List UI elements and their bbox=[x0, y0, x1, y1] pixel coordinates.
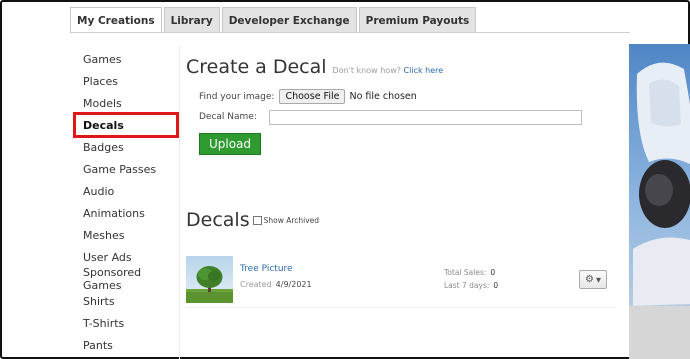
total-sales: Total Sales: 0 bbox=[444, 268, 495, 277]
top-tabs: My Creations Library Developer Exchange … bbox=[70, 7, 478, 33]
total-sales-value: 0 bbox=[490, 268, 496, 277]
upload-button[interactable]: Upload bbox=[199, 133, 261, 155]
sidebar-item-audio[interactable]: Audio bbox=[76, 180, 180, 202]
tab-premium-payouts[interactable]: Premium Payouts bbox=[358, 7, 477, 33]
decal-name-row: Decal Name: bbox=[199, 112, 257, 122]
total-sales-label: Total Sales: bbox=[444, 268, 487, 277]
sidebar-item-badges[interactable]: Badges bbox=[76, 136, 180, 158]
sidebar-item-shirts[interactable]: Shirts bbox=[76, 290, 180, 312]
created-label: Created bbox=[240, 280, 272, 289]
decal-name-input[interactable] bbox=[269, 110, 582, 125]
sidebar: Games Places Models Decals Badges Game P… bbox=[76, 48, 180, 356]
sidebar-item-models[interactable]: Models bbox=[76, 92, 180, 114]
ad-banner-image[interactable] bbox=[629, 44, 690, 359]
find-image-row: Find your image: Choose File No file cho… bbox=[199, 89, 417, 104]
help-link[interactable]: Click here bbox=[404, 66, 444, 75]
tab-divider bbox=[70, 32, 630, 33]
sidebar-item-t-shirts[interactable]: T-Shirts bbox=[76, 312, 180, 334]
created-date: 4/9/2021 bbox=[275, 280, 312, 289]
tab-library[interactable]: Library bbox=[163, 7, 220, 33]
page-title: Create a Decal bbox=[186, 56, 327, 78]
last-7-days-label: Last 7 days: bbox=[444, 281, 490, 290]
caret-down-icon: ▼ bbox=[595, 275, 601, 284]
decal-name-link[interactable]: Tree Picture bbox=[240, 264, 293, 274]
decals-section-title: Decals bbox=[186, 209, 250, 231]
list-divider bbox=[186, 307, 616, 308]
decal-thumbnail[interactable] bbox=[186, 256, 233, 303]
find-image-label: Find your image: bbox=[199, 91, 275, 102]
decal-created: Created 4/9/2021 bbox=[240, 280, 312, 289]
list-item: Tree Picture Created 4/9/2021 Total Sales… bbox=[186, 253, 611, 305]
decal-settings-button[interactable]: ⚙ ▼ bbox=[579, 270, 607, 289]
tab-my-creations[interactable]: My Creations bbox=[70, 7, 162, 33]
tab-developer-exchange[interactable]: Developer Exchange bbox=[221, 7, 357, 33]
sidebar-item-user-ads[interactable]: User Ads bbox=[76, 246, 180, 268]
sidebar-item-animations[interactable]: Animations bbox=[76, 202, 180, 224]
help-hint: Don't know how? Click here bbox=[333, 66, 444, 75]
decals-highlight-box bbox=[73, 112, 179, 138]
last-7-days-value: 0 bbox=[493, 281, 499, 290]
sidebar-divider bbox=[179, 46, 180, 359]
help-hint-text: Don't know how? bbox=[332, 66, 401, 75]
sidebar-item-games[interactable]: Games bbox=[76, 48, 180, 70]
file-status: No file chosen bbox=[349, 91, 417, 102]
show-archived-checkbox[interactable] bbox=[252, 215, 262, 225]
sidebar-item-places[interactable]: Places bbox=[76, 70, 180, 92]
sidebar-item-pants[interactable]: Pants bbox=[76, 334, 180, 356]
sidebar-item-sponsored-games[interactable]: Sponsored Games bbox=[76, 266, 180, 292]
choose-file-button[interactable]: Choose File bbox=[279, 89, 346, 104]
sidebar-item-game-passes[interactable]: Game Passes bbox=[76, 158, 180, 180]
sidebar-item-meshes[interactable]: Meshes bbox=[76, 224, 180, 246]
decals-section-header: Decals Show Archived bbox=[186, 209, 319, 231]
gear-icon: ⚙ bbox=[585, 274, 594, 285]
create-header: Create a Decal Don't know how? Click her… bbox=[186, 56, 443, 86]
last-7-days: Last 7 days: 0 bbox=[444, 281, 498, 290]
decal-name-label: Decal Name: bbox=[199, 112, 257, 122]
show-archived-label: Show Archived bbox=[263, 215, 320, 225]
